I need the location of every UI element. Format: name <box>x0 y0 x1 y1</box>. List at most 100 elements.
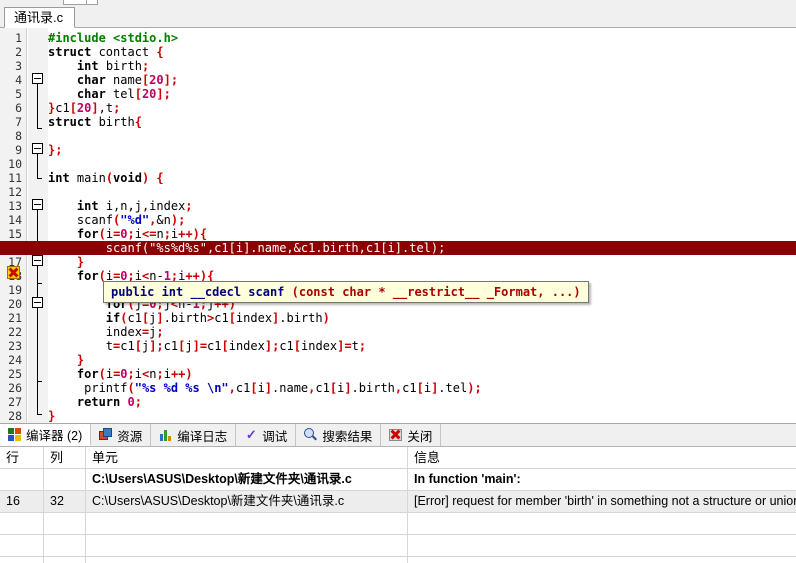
line-number: 12 <box>8 185 22 199</box>
code-token: #include <stdio.h> <box>48 31 179 45</box>
code-token: ; <box>156 339 164 353</box>
code-line[interactable]: struct contact { <box>48 45 796 59</box>
compiler-results-grid[interactable]: 行列单元 信息 C:\Users\ASUS\Desktop\新建文件夹\通讯录.c I… <box>0 447 796 563</box>
code-token: ; <box>156 325 164 339</box>
table-row-empty <box>0 535 796 557</box>
line-number: 8 <box>15 129 22 143</box>
code-line[interactable]: }c1[20],t; <box>48 101 796 115</box>
code-token: ( <box>98 367 106 381</box>
code-token: { <box>156 171 164 185</box>
code-token: i,n,j,index <box>98 199 186 213</box>
table-row-empty <box>0 513 796 535</box>
fold-toggle-line15[interactable] <box>32 255 43 266</box>
code-token: .birth <box>279 311 323 325</box>
code-token: int <box>76 199 99 213</box>
code-line[interactable]: } <box>48 255 796 269</box>
table-row[interactable]: C:\Users\ASUS\Desktop\新建文件夹\通讯录.c In func… <box>0 469 796 491</box>
fold-line-7 <box>37 154 38 178</box>
panel-tab-4[interactable]: 搜索结果 <box>296 424 382 446</box>
code-token: 0 <box>120 227 128 241</box>
fold-end-18 <box>37 381 42 382</box>
code-token: index <box>228 339 265 353</box>
code-line[interactable]: int i,n,j,index; <box>48 199 796 213</box>
code-token: 20 <box>141 87 157 101</box>
code-line[interactable]: t=c1[j];c1[j]=c1[index];c1[index]=t; <box>48 339 796 353</box>
code-token: &n <box>156 213 171 227</box>
panel-tab-label: 编译器 (2) <box>26 429 83 443</box>
code-line[interactable]: char tel[20]; <box>48 87 796 101</box>
code-token: ] <box>344 381 352 395</box>
code-folding-gutter[interactable] <box>28 28 48 423</box>
panel-tab-5[interactable]: 关闭 <box>381 424 442 446</box>
code-token: [ <box>134 339 142 353</box>
code-token: ; <box>163 87 171 101</box>
grid-column-header[interactable]: 单元 <box>86 447 408 468</box>
code-line[interactable] <box>48 185 796 199</box>
tooltip-signature: (const char * __restrict__ _Format, ...) <box>284 285 581 299</box>
code-token: n <box>156 227 164 241</box>
code-token: ++ <box>170 367 186 381</box>
code-token: [ <box>250 381 258 395</box>
panel-tab-1[interactable]: 资源 <box>91 424 152 446</box>
code-line[interactable]: #include <stdio.h> <box>48 31 796 45</box>
fold-toggle-line11[interactable] <box>32 199 43 210</box>
code-token: [ <box>69 101 77 115</box>
code-token: "%s %d %s \n" <box>134 381 229 395</box>
code-line[interactable]: return 0; <box>48 395 796 409</box>
code-line[interactable]: char name[20]; <box>48 73 796 87</box>
code-line[interactable]: }; <box>48 143 796 157</box>
cell-empty <box>86 557 408 563</box>
code-token: { <box>199 227 208 241</box>
code-line[interactable]: } <box>48 353 796 367</box>
code-token: c1 <box>279 339 294 353</box>
code-line[interactable]: if(c1[j].birth>c1[index].birth) <box>48 311 796 325</box>
code-line[interactable]: for(i=0;i<=n;i++){ <box>48 227 796 241</box>
code-line[interactable]: int main(void) { <box>48 171 796 185</box>
cell-empty <box>0 557 44 563</box>
code-line-error[interactable]: scanf("%s%d%s",c1[i].name,&c1.birth,c1[i… <box>0 241 796 255</box>
table-row[interactable]: 16 32 C:\Users\ASUS\Desktop\新建文件夹\通讯录.c [Er… <box>0 491 796 513</box>
code-line[interactable]: for(i=0;i<n;i++) <box>48 367 796 381</box>
code-token: ; <box>185 199 193 213</box>
code-token: } <box>48 409 56 423</box>
code-line[interactable] <box>48 129 796 143</box>
code-token: i <box>134 367 142 381</box>
code-text-area[interactable]: #include <stdio.h> struct contact { int b… <box>0 28 796 423</box>
code-line[interactable]: printf("%s %d %s \n",c1[i].name,c1[i].bi… <box>48 381 796 395</box>
fold-toggle-line18[interactable] <box>32 297 43 308</box>
panel-tab-label: 调试 <box>262 429 288 444</box>
fold-toggle-line2[interactable] <box>32 73 43 84</box>
grid-column-header[interactable]: 行 <box>0 447 44 468</box>
splitter-fragment-left <box>63 0 87 5</box>
code-token: ; <box>170 73 179 87</box>
fold-toggle-line7[interactable] <box>32 143 43 154</box>
code-line[interactable]: scanf("%d",&n); <box>48 213 796 227</box>
code-token: 0 <box>127 395 135 409</box>
cell-empty <box>44 535 86 556</box>
panel-tab-3[interactable]: ✓ 调试 <box>236 424 297 446</box>
code-token: j <box>185 339 193 353</box>
output-panel-tabs[interactable]: 编译器 (2) 资源 编译日志 ✓ 调试 搜索结果 关闭 <box>0 424 796 447</box>
code-line[interactable]: index=j; <box>48 325 796 339</box>
code-line[interactable]: } <box>48 409 796 423</box>
code-line[interactable] <box>48 157 796 171</box>
panel-tab-label: 搜索结果 <box>322 429 373 444</box>
line-number: 26 <box>8 381 22 395</box>
code-token: printf <box>48 381 128 395</box>
cell-empty <box>0 513 44 534</box>
panel-tab-2[interactable]: 编译日志 <box>151 424 237 446</box>
code-editor[interactable]: 1234567891011121314151617181920212223242… <box>0 28 796 423</box>
editor-tab-file[interactable]: 通讯录.c <box>4 7 76 28</box>
code-token: char <box>76 87 106 101</box>
code-line[interactable]: int birth; <box>48 59 796 73</box>
grid-column-header[interactable]: 信息 <box>408 447 796 468</box>
grid-column-header[interactable]: 列 <box>44 447 86 468</box>
panel-tab-0[interactable]: 编译器 (2) <box>0 424 92 446</box>
cell-empty <box>408 557 796 563</box>
code-line[interactable]: struct birth{ <box>48 115 796 129</box>
code-token: struct <box>48 45 92 59</box>
